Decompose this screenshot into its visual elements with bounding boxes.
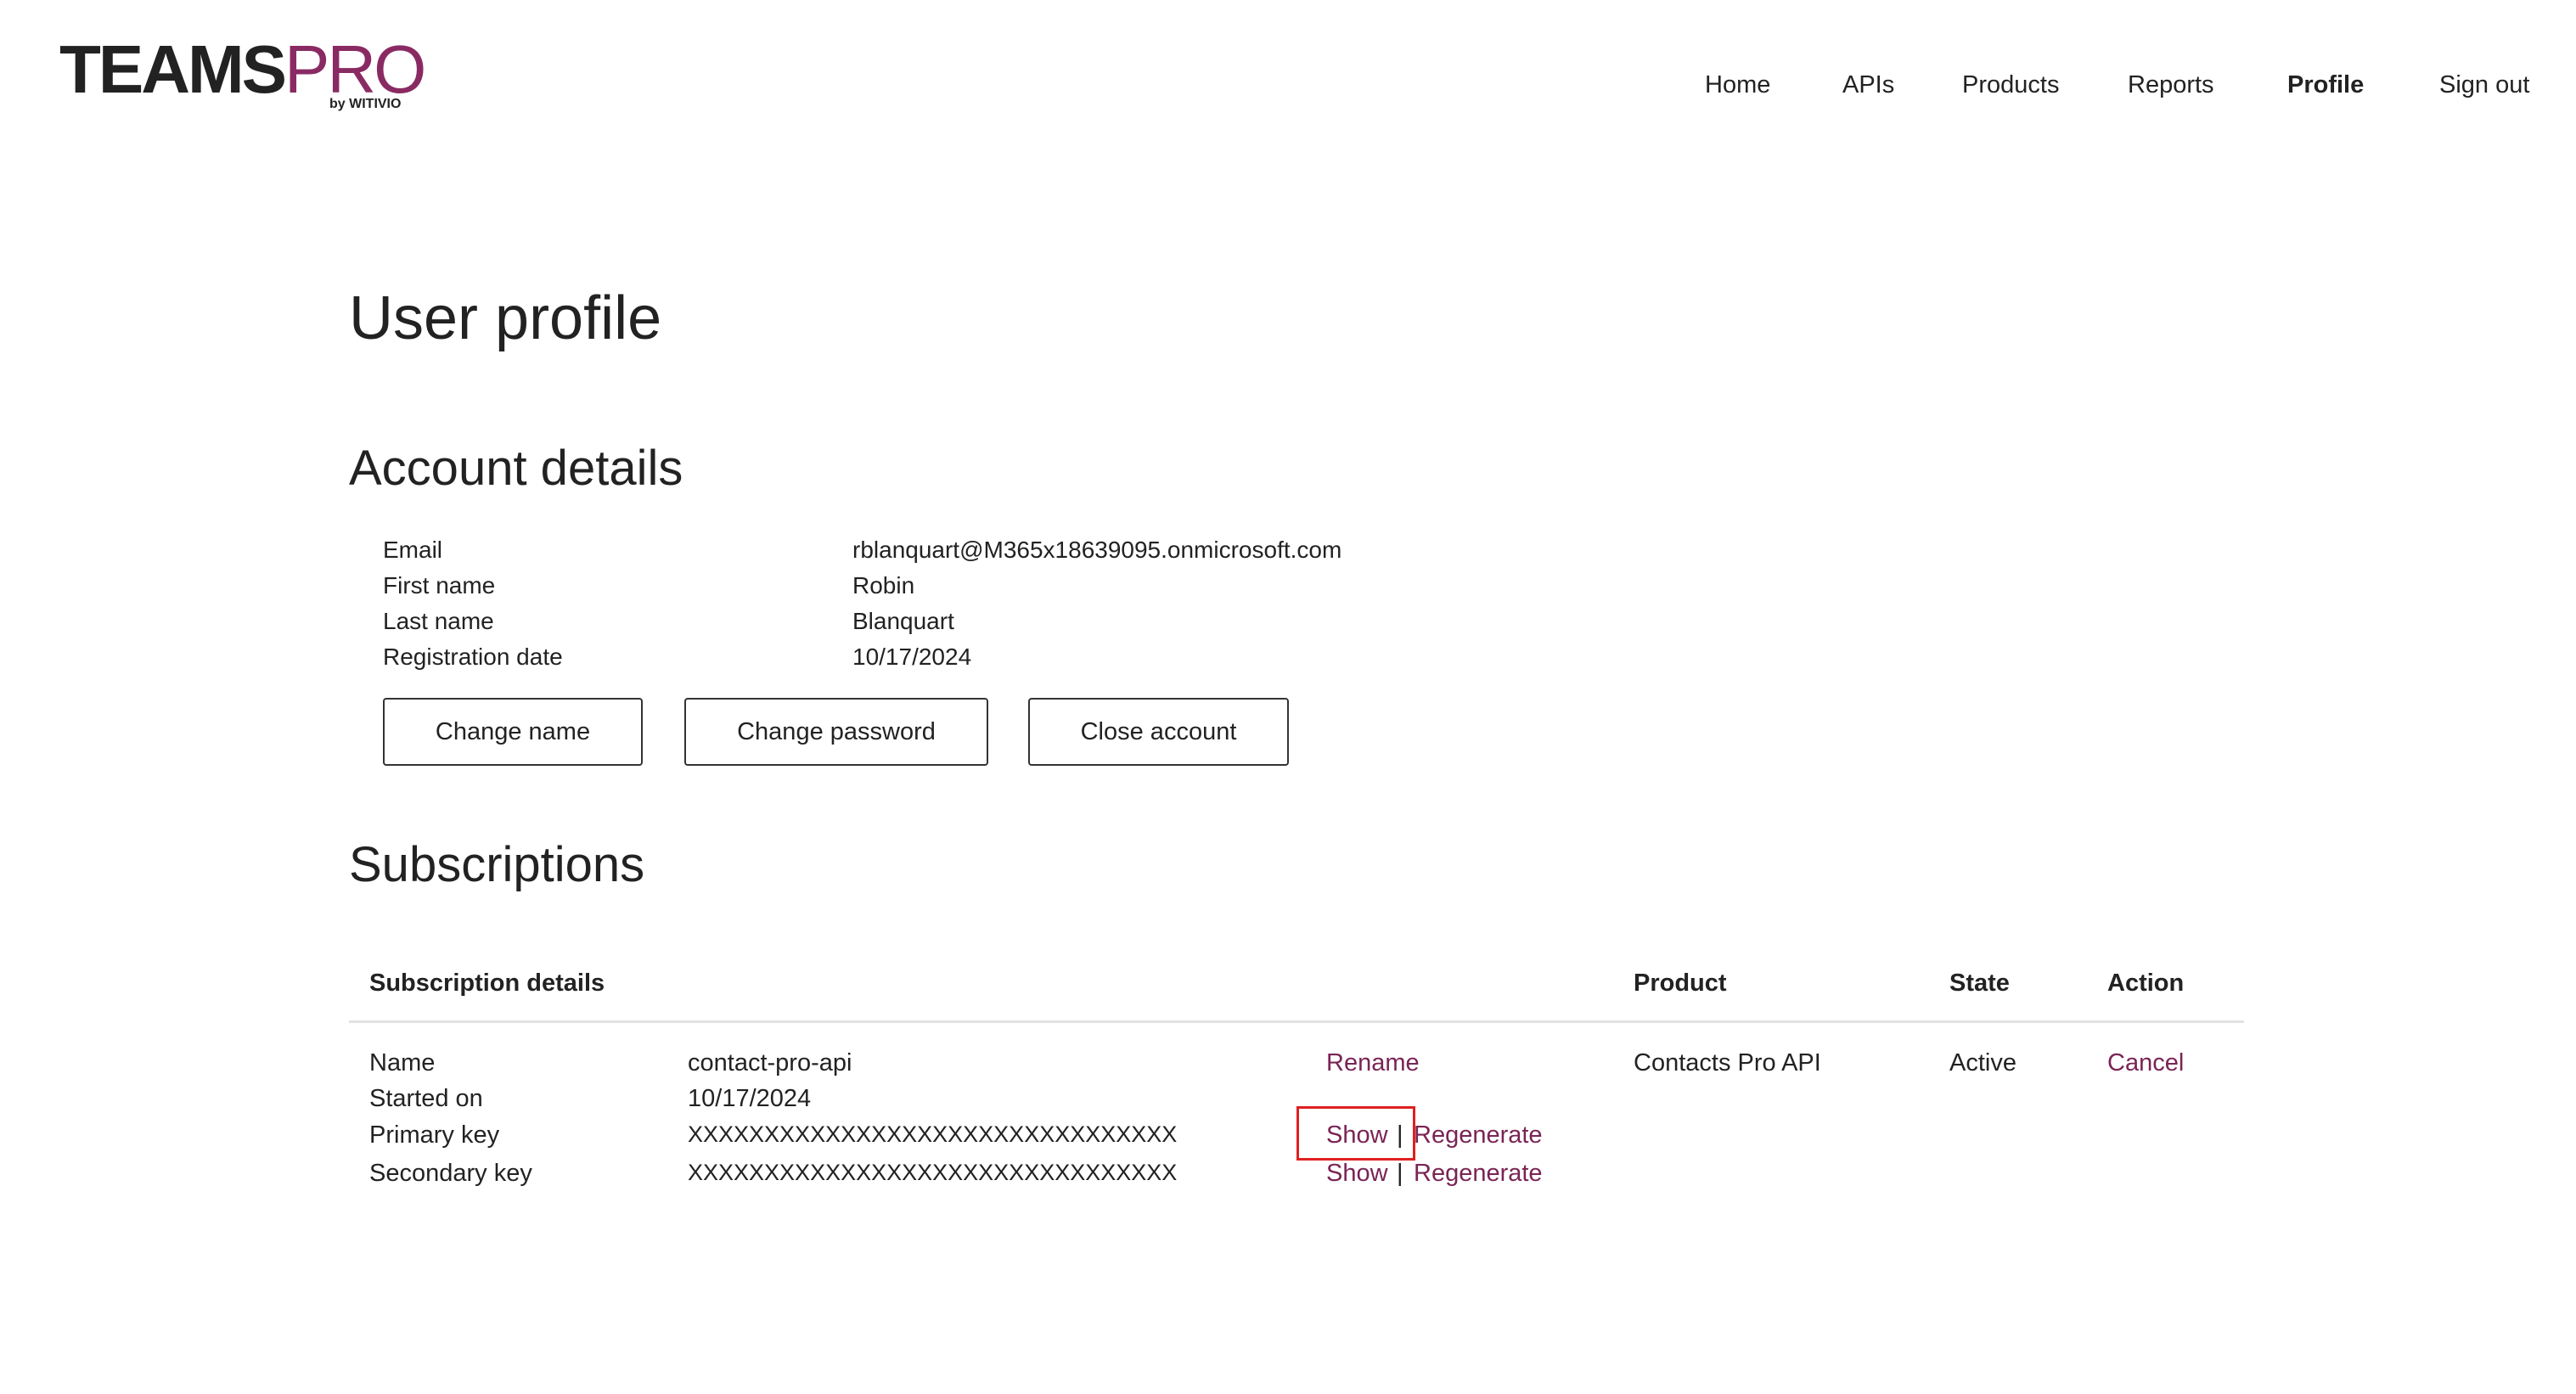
- product-value: Contacts Pro API: [1634, 1049, 1821, 1076]
- secondary-key-value: XXXXXXXXXXXXXXXXXXXXXXXXXXXXXXXX: [688, 1160, 1178, 1185]
- account-details-heading: Account details: [349, 441, 683, 496]
- rename-link[interactable]: Rename: [1326, 1049, 1420, 1077]
- column-action: Action: [2107, 970, 2185, 997]
- nav-apis[interactable]: APIs: [1842, 71, 1894, 99]
- secondary-key-label: Secondary key: [369, 1160, 532, 1187]
- primary-key-value: XXXXXXXXXXXXXXXXXXXXXXXXXXXXXXXX: [688, 1121, 1178, 1147]
- nav-profile[interactable]: Profile: [2287, 71, 2364, 99]
- primary-key-label: Primary key: [369, 1121, 500, 1149]
- teamspro-logo[interactable]: TEAMSPRO by WITIVIO: [59, 36, 426, 121]
- table-header-divider: [349, 1020, 2244, 1023]
- nav-sign-out[interactable]: Sign out: [2439, 71, 2529, 99]
- secondary-key-regenerate-link[interactable]: Regenerate: [1414, 1160, 1543, 1188]
- nav-reports[interactable]: Reports: [2128, 71, 2214, 99]
- column-subscription-details: Subscription details: [369, 970, 605, 997]
- state-value: Active: [1949, 1049, 2016, 1076]
- column-product: Product: [1634, 970, 1727, 997]
- first-name-value: Robin: [852, 572, 915, 599]
- nav-products[interactable]: Products: [1962, 71, 2059, 99]
- logo-text-main: TEAMS: [59, 31, 287, 107]
- subscriptions-heading: Subscriptions: [349, 837, 645, 892]
- last-name-value: Blanquart: [852, 608, 954, 634]
- secondary-key-show-link[interactable]: Show: [1326, 1160, 1388, 1188]
- registration-date-value: 10/17/2024: [852, 644, 972, 670]
- name-label: Name: [369, 1049, 436, 1076]
- started-on-label: Started on: [369, 1085, 483, 1112]
- started-on-value: 10/17/2024: [688, 1085, 812, 1112]
- first-name-label: First name: [383, 572, 496, 599]
- cancel-subscription-link[interactable]: Cancel: [2107, 1049, 2184, 1077]
- change-name-button[interactable]: Change name: [383, 698, 643, 766]
- email-value: rblanquart@M365x18639095.onmicrosoft.com: [852, 537, 1342, 563]
- change-password-button[interactable]: Change password: [684, 698, 988, 766]
- nav-home[interactable]: Home: [1705, 71, 1770, 99]
- column-state: State: [1949, 970, 2010, 997]
- logo-byline: by WITIVIO: [329, 97, 402, 111]
- subscription-name-value: contact-pro-api: [688, 1049, 852, 1076]
- page-title: User profile: [349, 284, 662, 352]
- secondary-key-separator: |: [1397, 1160, 1403, 1187]
- registration-date-label: Registration date: [383, 644, 563, 670]
- email-label: Email: [383, 537, 443, 563]
- highlight-box: [1296, 1106, 1415, 1161]
- last-name-label: Last name: [383, 608, 494, 634]
- primary-key-regenerate-link[interactable]: Regenerate: [1414, 1121, 1543, 1149]
- logo-text-accent: PRO: [284, 31, 426, 107]
- close-account-button[interactable]: Close account: [1028, 698, 1289, 766]
